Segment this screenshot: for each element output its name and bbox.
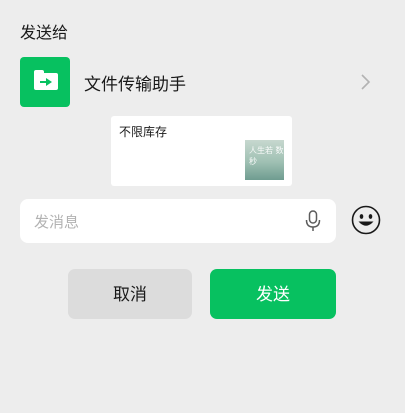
arrow-right-icon [40, 78, 52, 86]
preview-thumbnail: 人生若 数秒 [245, 140, 284, 180]
cancel-button[interactable]: 取消 [68, 269, 192, 319]
send-button[interactable]: 发送 [210, 269, 336, 319]
chevron-right-icon [361, 74, 371, 90]
message-input[interactable] [32, 199, 296, 245]
preview-title: 不限库存 [119, 125, 168, 139]
folder-icon [34, 70, 58, 90]
microphone-icon[interactable] [305, 210, 321, 232]
thumbnail-text: 人生若 数秒 [249, 146, 284, 166]
dialog-title: 发送给 [20, 23, 69, 42]
recipient-name: 文件传输助手 [84, 75, 186, 95]
recipient-row[interactable]: 文件传输助手 [0, 56, 405, 108]
file-transfer-icon [20, 57, 70, 107]
message-input-box[interactable] [20, 199, 336, 245]
emoji-icon[interactable] [351, 205, 381, 235]
shared-content-preview: 不限库存 人生若 数秒 [111, 116, 292, 186]
